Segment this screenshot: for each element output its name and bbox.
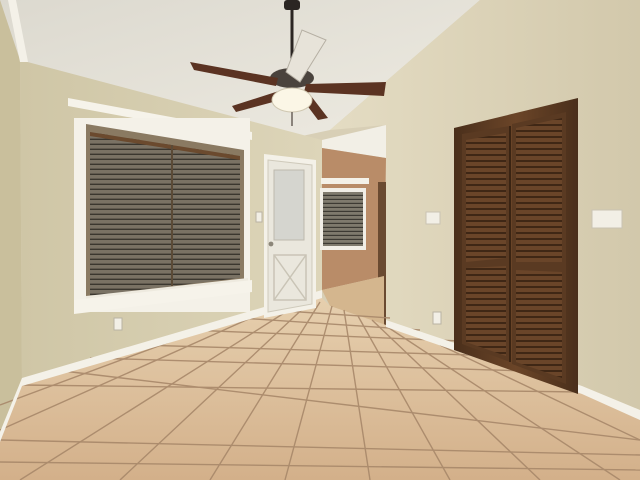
room-illustration — [0, 0, 640, 480]
wall-left-edge — [0, 0, 22, 440]
wall-outlet-right[interactable] — [432, 311, 442, 325]
louvers-left-top — [466, 133, 506, 262]
window-blinds — [90, 132, 240, 296]
closet-bifold-doors[interactable] — [454, 98, 578, 394]
louvers-right-top — [516, 118, 562, 262]
hall-switch[interactable] — [255, 211, 263, 223]
louvers-right-bottom — [516, 270, 562, 378]
exterior-door[interactable] — [264, 154, 316, 318]
switch-plate-small[interactable] — [425, 211, 441, 225]
light-switch-plate[interactable] — [591, 209, 623, 229]
room-photo — [0, 0, 640, 480]
door-knob[interactable] — [268, 241, 274, 247]
window — [68, 98, 252, 314]
door-window — [273, 169, 305, 241]
fan-light — [271, 87, 313, 113]
wall-outlet-left[interactable] — [113, 317, 123, 331]
louvers-left-bottom — [466, 266, 506, 356]
